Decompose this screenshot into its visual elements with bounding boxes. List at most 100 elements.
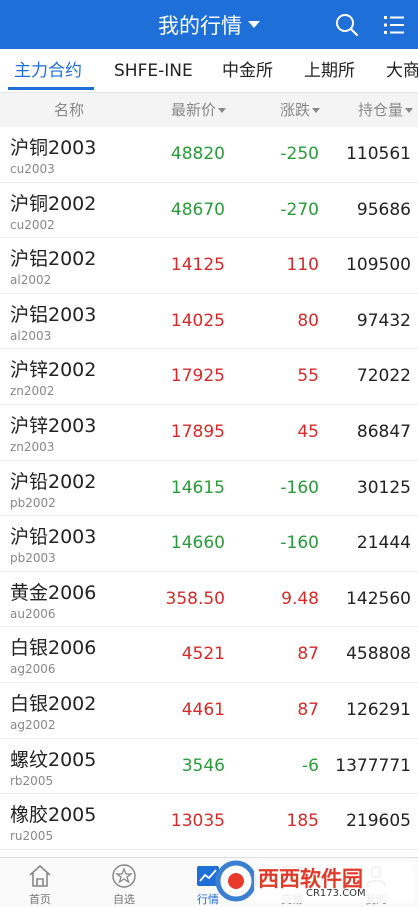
contract-name: 螺纹2005: [10, 748, 97, 771]
contract-name: 沪铝2003: [10, 303, 97, 326]
caret-down-icon: [248, 21, 260, 28]
open-interest: 21444: [356, 533, 411, 554]
nav-watchlist-label: 自选: [113, 893, 135, 906]
quote-row[interactable]: 沪铅2003 pb2003 14660 -160 21444: [0, 516, 418, 572]
open-interest: 126291: [346, 699, 411, 720]
open-interest: 219605: [346, 811, 411, 832]
quote-row[interactable]: 沪铝2002 al2002 14125 110 109500: [0, 238, 418, 294]
open-interest: 86847: [356, 421, 411, 442]
watermark-site: CR173.COM: [306, 888, 366, 899]
contract-code: ag2002: [10, 717, 56, 732]
column-change-header[interactable]: 涨跌: [280, 93, 321, 127]
price-change: 80: [297, 310, 319, 331]
last-price: 3546: [181, 755, 225, 776]
app-root: 我的行情 主力合约 SHFE-INE 中金所 上期所 大商 名称 最新价 涨跌 …: [0, 0, 418, 907]
quote-row[interactable]: 沪铜2003 cu2003 48820 -250 110561: [0, 127, 418, 183]
last-price: 17895: [170, 421, 225, 442]
column-oi-header[interactable]: 持仓量: [358, 93, 414, 127]
column-price-header[interactable]: 最新价: [171, 93, 227, 127]
contract-code: pb2003: [10, 551, 56, 566]
price-change: 9.48: [281, 588, 319, 609]
menu-button[interactable]: [380, 11, 408, 39]
contract-code: ag2006: [10, 662, 56, 677]
contract-code: rb2005: [10, 773, 54, 788]
search-button[interactable]: [332, 10, 362, 40]
sort-icon: [218, 108, 227, 113]
contract-name: 沪铝2002: [10, 248, 97, 271]
last-price: 4461: [181, 699, 225, 720]
quote-row[interactable]: 黄金2006 au2006 358.50 9.48 142560: [0, 572, 418, 628]
open-interest: 30125: [356, 477, 411, 498]
price-change: 110: [286, 255, 319, 276]
search-icon: [336, 14, 359, 37]
open-interest: 95686: [356, 199, 411, 220]
open-interest: 109500: [346, 255, 411, 276]
contract-code: al2003: [10, 328, 52, 343]
contract-code: zn2002: [10, 384, 55, 399]
contract-code: pb2002: [10, 495, 56, 510]
quote-row[interactable]: 白银2002 ag2002 4461 87 126291: [0, 683, 418, 739]
quote-row[interactable]: 白银2006 ag2006 4521 87 458808: [0, 627, 418, 683]
contract-code: al2002: [10, 273, 52, 288]
page-title: 我的行情: [158, 13, 242, 38]
list-menu-icon: [384, 16, 404, 34]
price-change: 87: [297, 699, 319, 720]
last-price: 13035: [170, 811, 225, 832]
price-change: -6: [302, 755, 319, 776]
price-change: -160: [280, 533, 319, 554]
quote-row[interactable]: 螺纹2005 rb2005 3546 -6 1377771: [0, 739, 418, 795]
contract-name: 沪锌2002: [10, 359, 97, 382]
top-bar: 我的行情: [0, 0, 418, 49]
last-price: 14660: [170, 533, 225, 554]
open-interest: 97432: [356, 310, 411, 331]
home-icon: [29, 864, 51, 887]
last-price: 358.50: [165, 588, 225, 609]
price-change: -270: [280, 199, 319, 220]
quote-row[interactable]: 沪锌2002 zn2002 17925 55 72022: [0, 349, 418, 405]
open-interest: 110561: [346, 144, 411, 164]
tab-cffex[interactable]: 中金所: [222, 49, 273, 92]
last-price: 4521: [181, 644, 225, 665]
contract-name: 橡胶2005: [10, 804, 97, 827]
open-interest: 458808: [346, 644, 411, 665]
contract-name: 沪铅2002: [10, 470, 97, 493]
price-change: 87: [297, 644, 319, 665]
tab-shfe-ine[interactable]: SHFE-INE: [114, 49, 193, 92]
contract-code: zn2003: [10, 439, 55, 454]
last-price: 48670: [170, 199, 225, 220]
quote-row[interactable]: 橡胶2005 ru2005 13035 185 219605: [0, 794, 418, 850]
last-price: 14615: [170, 477, 225, 498]
quote-row[interactable]: 沪铜2002 cu2002 48670 -270 95686: [0, 183, 418, 239]
watermark-logo: 西西软件园 CR173.COM: [214, 855, 418, 907]
column-header-row: 名称 最新价 涨跌 持仓量: [0, 93, 418, 127]
contract-code: cu2002: [10, 217, 55, 232]
quote-row[interactable]: 沪铅2002 pb2002 14615 -160 30125: [0, 461, 418, 517]
sort-icon: [405, 108, 414, 113]
nav-watchlist[interactable]: 自选: [84, 858, 164, 907]
contract-name: 白银2006: [10, 637, 97, 660]
price-change: 185: [286, 811, 319, 832]
contract-name: 沪铜2003: [10, 137, 97, 159]
last-price: 48820: [170, 144, 225, 164]
column-oi-label: 持仓量: [358, 101, 404, 119]
sort-icon: [312, 108, 321, 113]
contract-name: 沪铅2003: [10, 526, 97, 549]
tab-dce[interactable]: 大商: [386, 49, 418, 92]
last-price: 17925: [170, 366, 225, 387]
open-interest: 72022: [356, 366, 411, 387]
column-price-label: 最新价: [171, 101, 217, 119]
quote-row[interactable]: 沪铝2003 al2003 14025 80 97432: [0, 294, 418, 350]
price-change: -160: [280, 477, 319, 498]
price-change: 55: [297, 366, 319, 387]
quote-list: 沪铜2003 cu2003 48820 -250 110561 沪铜2002 cu2002 4…: [0, 127, 418, 850]
price-change: 45: [297, 421, 319, 442]
last-price: 14025: [170, 310, 225, 331]
open-interest: 142560: [346, 588, 411, 609]
column-name-header: 名称: [54, 101, 85, 119]
column-change-label: 涨跌: [280, 101, 311, 119]
star-icon: [112, 864, 136, 888]
nav-home[interactable]: 首页: [0, 858, 80, 907]
quote-row[interactable]: 沪锌2003 zn2003 17895 45 86847: [0, 405, 418, 461]
tab-shfe[interactable]: 上期所: [304, 49, 355, 92]
contract-code: ru2005: [10, 829, 54, 844]
